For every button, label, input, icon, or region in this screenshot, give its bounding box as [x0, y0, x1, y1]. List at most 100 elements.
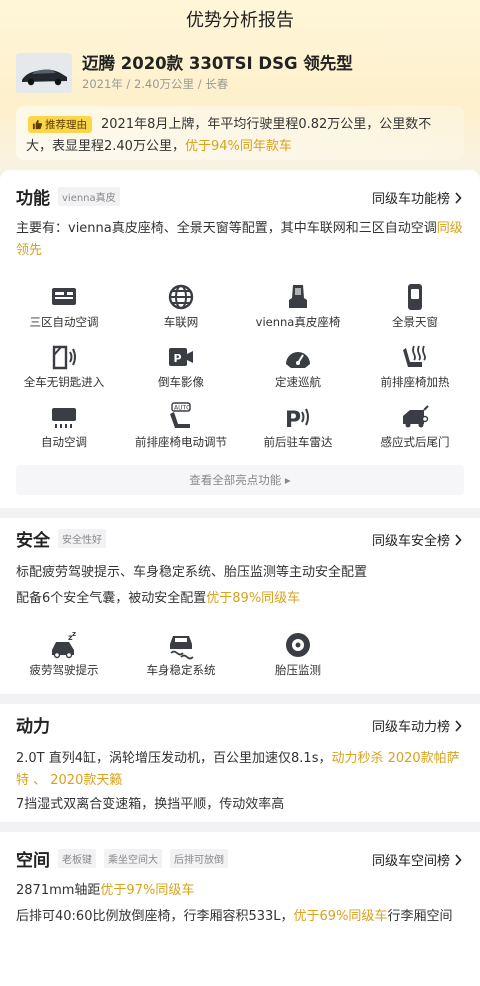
- feature-label: 前排座椅加热: [380, 375, 450, 389]
- recommend-badge-label: 推荐理由: [45, 119, 87, 131]
- seat-heat-icon: [403, 345, 426, 367]
- feature-item[interactable]: 定速巡航: [238, 342, 358, 390]
- space-rank-label: 同级车空间榜: [371, 854, 450, 869]
- safety-line2-plain: 配备6个安全气囊，被动安全配置: [16, 591, 207, 606]
- feature-item[interactable]: P 倒车影像: [121, 342, 241, 390]
- power-rank-link[interactable]: 同级车动力榜: [372, 716, 462, 735]
- safety-line1: 标配疲劳驾驶提示、车身稳定系统、胎压监测等主动安全配置: [16, 565, 368, 580]
- feature-label: vienna真皮座椅: [255, 315, 341, 329]
- safety-item-label: 车身稳定系统: [146, 663, 216, 677]
- tire-pressure-icon: [286, 633, 310, 657]
- safety-title: 安全: [16, 530, 50, 551]
- feature-item[interactable]: P 前后驻车雷达: [238, 402, 358, 450]
- tailgate-icon: [403, 405, 429, 428]
- chevron-right-icon: [455, 191, 462, 204]
- report-header: 优势分析报告 迈腾 2020款 330TSI DSG 领先型 2021年 / 2…: [0, 0, 480, 190]
- recommend-badge: 推荐理由: [28, 116, 92, 133]
- sunroof-icon: [408, 284, 422, 310]
- feature-label: 前排座椅电动调节: [135, 435, 227, 449]
- safety-tag: 安全性好: [58, 528, 106, 548]
- space-tag: 老板键: [58, 848, 96, 868]
- power-line2: 7挡湿式双离合变速箱，换挡平顺，传动效率高: [16, 797, 285, 812]
- feature-item[interactable]: 全车无钥匙进入: [4, 342, 124, 390]
- feature-item[interactable]: 全景天窗: [355, 282, 475, 330]
- safety-item[interactable]: z z 疲劳驾驶提示: [4, 630, 124, 678]
- safety-line2: 配备6个安全气囊，被动安全配置优于89%同级车: [16, 588, 466, 610]
- fatigue-warning-icon: z z: [52, 630, 76, 659]
- seat-icon: [289, 285, 307, 308]
- parking-radar-icon: P: [285, 408, 309, 432]
- cruise-gauge-icon: [286, 352, 310, 368]
- globe-icon: [168, 284, 194, 310]
- power-title: 动力: [16, 716, 50, 737]
- view-all-features-button[interactable]: 查看全部亮点功能 ▸: [16, 465, 464, 495]
- feature-item[interactable]: 自动空调: [4, 402, 124, 450]
- feature-item[interactable]: vienna真皮座椅: [238, 282, 358, 330]
- space-line2-plain: 后排可40:60比例放倒座椅，行李厢容积533L，: [16, 909, 294, 924]
- car-name: 迈腾 2020款 330TSI DSG 领先型: [82, 54, 353, 73]
- feature-label: 自动空调: [41, 435, 87, 449]
- space-tag: 后排可放倒: [170, 848, 228, 868]
- space-line2-tail: 行李厢空间: [387, 909, 453, 924]
- space-rank-link[interactable]: 同级车空间榜: [372, 850, 462, 869]
- safety-item[interactable]: 车身稳定系统: [121, 630, 241, 678]
- feature-label: 三区自动空调: [29, 315, 99, 329]
- space-line1-highlight: 优于97%同级车: [100, 883, 195, 898]
- door-key-icon: [52, 345, 76, 370]
- feature-item[interactable]: 前排座椅加热: [355, 342, 475, 390]
- reason-highlight: 优于94%同年款车: [184, 139, 292, 154]
- safety-rank-label: 同级车安全榜: [371, 534, 450, 549]
- reverse-camera-icon: P: [169, 348, 193, 366]
- safety-line2-highlight: 优于89%同级车: [206, 591, 301, 606]
- safety-item[interactable]: 胎压监测: [238, 630, 358, 678]
- feature-label: 全车无钥匙进入: [23, 375, 105, 389]
- power-line1: 2.0T 直列4缸，涡轮增压发动机，百公里加速仅8.1s，动力秒杀 2020款帕…: [16, 748, 466, 792]
- space-title: 空间: [16, 850, 50, 871]
- space-card: 空间 老板键 乘坐空间大 后排可放倒 同级车空间榜 2871mm轴距优于97%同…: [0, 832, 480, 986]
- features-card: 功能 vienna真皮 同级车功能榜 主要有：vienna真皮座椅、全景天窗等配…: [0, 170, 480, 508]
- space-line1: 2871mm轴距优于97%同级车: [16, 880, 466, 902]
- feature-label: 倒车影像: [158, 375, 204, 389]
- safety-item-label: 疲劳驾驶提示: [29, 663, 99, 677]
- thumbs-up-icon: [32, 119, 43, 130]
- safety-card: 安全 安全性好 同级车安全榜 标配疲劳驾驶提示、车身稳定系统、胎压监测等主动安全…: [0, 518, 480, 694]
- svg-text:P: P: [174, 352, 182, 365]
- power-seat-icon: AUTO: [170, 402, 191, 428]
- safety-item-label: 胎压监测: [275, 663, 321, 677]
- power-card: 动力 同级车动力榜 2.0T 直列4缸，涡轮增压发动机，百公里加速仅8.1s，动…: [0, 704, 480, 822]
- feature-item[interactable]: 车联网: [121, 282, 241, 330]
- feature-item[interactable]: 三区自动空调: [4, 282, 124, 330]
- chevron-right-icon: [455, 853, 462, 866]
- feature-label: 全景天窗: [392, 315, 438, 329]
- chevron-right-icon: [455, 533, 462, 546]
- feature-label: 定速巡航: [275, 375, 321, 389]
- stability-control-icon: [170, 636, 194, 660]
- feature-item[interactable]: AUTO 前排座椅电动调节: [121, 402, 241, 450]
- power-rank-label: 同级车动力榜: [371, 720, 450, 735]
- features-summary: 主要有：vienna真皮座椅、全景天窗等配置，其中车联网和三区自动空调同级领先: [16, 218, 466, 262]
- features-rank-label: 同级车功能榜: [371, 192, 450, 207]
- feature-label: 感应式后尾门: [380, 435, 450, 449]
- svg-text:z: z: [72, 630, 76, 638]
- space-line2-highlight: 优于69%同级车: [293, 909, 388, 924]
- ac-vent-icon: [52, 408, 76, 428]
- chevron-right-icon: [455, 719, 462, 732]
- space-line1-plain: 2871mm轴距: [16, 883, 101, 898]
- power-line1-plain: 2.0T 直列4缸，涡轮增压发动机，百公里加速仅8.1s，: [16, 751, 332, 766]
- car-thumbnail[interactable]: [16, 53, 72, 93]
- page-title: 优势分析报告: [186, 10, 294, 31]
- features-summary-plain: 主要有：vienna真皮座椅、全景天窗等配置，其中车联网和三区自动空调: [16, 221, 437, 236]
- recommend-reason-box: 2021年8月上牌，年平均行驶里程0.82万公里，公里数不大，表显里程2.40万…: [16, 106, 464, 160]
- safety-rank-link[interactable]: 同级车安全榜: [372, 530, 462, 549]
- space-tag: 乘坐空间大: [104, 848, 162, 868]
- feature-label: 车联网: [163, 315, 199, 329]
- climate-panel-icon: [52, 288, 76, 305]
- svg-text:P: P: [285, 408, 301, 432]
- features-title: 功能: [16, 188, 50, 209]
- feature-label: 前后驻车雷达: [263, 435, 333, 449]
- car-meta: 2021年 / 2.40万公里 / 长春: [82, 77, 229, 91]
- feature-item[interactable]: 感应式后尾门: [355, 402, 475, 450]
- features-rank-link[interactable]: 同级车功能榜: [372, 188, 462, 207]
- svg-text:AUTO: AUTO: [174, 405, 191, 412]
- space-line2: 后排可40:60比例放倒座椅，行李厢容积533L，优于69%同级车行李厢空间: [16, 906, 476, 928]
